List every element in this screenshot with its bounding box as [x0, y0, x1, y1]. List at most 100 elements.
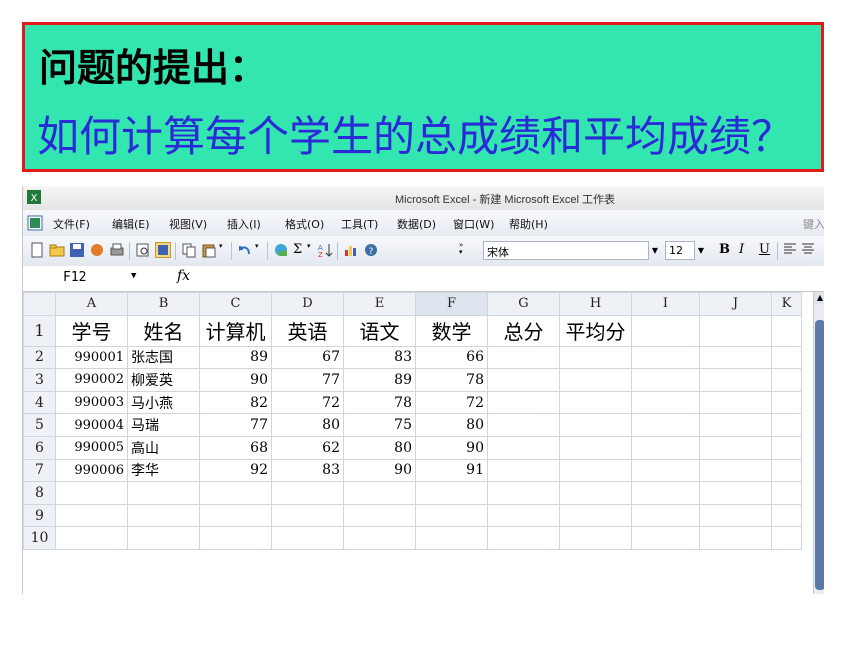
cell[interactable]: [487, 481, 560, 505]
cell[interactable]: [559, 526, 632, 550]
cell[interactable]: [771, 526, 802, 550]
cell[interactable]: [771, 345, 802, 370]
column-header[interactable]: E: [343, 292, 416, 316]
score-cell[interactable]: 90: [343, 458, 416, 483]
header-cell[interactable]: 语文: [343, 314, 416, 347]
name-box[interactable]: F12: [63, 270, 86, 285]
cell[interactable]: [127, 503, 200, 528]
paste-dropdown-icon[interactable]: ▾: [219, 242, 227, 258]
cell[interactable]: [631, 390, 700, 415]
cell[interactable]: [559, 481, 632, 505]
cell[interactable]: [631, 368, 700, 392]
cell[interactable]: [631, 345, 700, 370]
italic-button[interactable]: I: [739, 242, 744, 257]
scroll-up-icon[interactable]: ▲: [814, 292, 824, 304]
chart-wizard-icon[interactable]: [343, 242, 359, 258]
student-id-cell[interactable]: 990002: [55, 368, 128, 392]
spelling-icon[interactable]: [155, 242, 171, 258]
cell[interactable]: [559, 435, 632, 460]
row-header[interactable]: 1: [23, 314, 56, 347]
cell[interactable]: [631, 503, 700, 528]
score-cell[interactable]: 83: [343, 345, 416, 370]
scrollbar-thumb[interactable]: [815, 320, 824, 590]
header-cell[interactable]: 学号: [55, 314, 128, 347]
column-header[interactable]: K: [771, 292, 802, 316]
column-header[interactable]: D: [271, 292, 344, 316]
cell[interactable]: [343, 503, 416, 528]
cell[interactable]: [271, 503, 344, 528]
student-id-cell[interactable]: 990001: [55, 345, 128, 370]
underline-button[interactable]: U: [759, 242, 770, 257]
cell[interactable]: [631, 481, 700, 505]
cell[interactable]: [699, 526, 772, 550]
score-cell[interactable]: 83: [271, 458, 344, 483]
cell[interactable]: [343, 481, 416, 505]
menu-tools[interactable]: 工具(T): [341, 216, 378, 232]
align-left-icon[interactable]: [783, 242, 799, 258]
student-name-cell[interactable]: 李华: [127, 458, 200, 483]
cell[interactable]: [699, 345, 772, 370]
score-cell[interactable]: 90: [199, 368, 272, 392]
row-header[interactable]: 10: [23, 526, 56, 550]
score-cell[interactable]: 62: [271, 435, 344, 460]
row-header[interactable]: 4: [23, 390, 56, 415]
help-search-box[interactable]: 键入: [803, 216, 824, 232]
cell[interactable]: [771, 368, 802, 392]
score-cell[interactable]: 89: [343, 368, 416, 392]
font-size-select[interactable]: 12: [665, 241, 695, 260]
cell[interactable]: [487, 526, 560, 550]
score-cell[interactable]: 92: [199, 458, 272, 483]
column-header[interactable]: C: [199, 292, 272, 316]
cell[interactable]: [199, 526, 272, 550]
paste-icon[interactable]: [201, 242, 217, 258]
header-cell[interactable]: 姓名: [127, 314, 200, 347]
score-cell[interactable]: 72: [271, 390, 344, 415]
score-cell[interactable]: 68: [199, 435, 272, 460]
cell[interactable]: [199, 503, 272, 528]
student-name-cell[interactable]: 马瑞: [127, 413, 200, 437]
autosum-dropdown-icon[interactable]: ▾: [307, 242, 315, 258]
cell[interactable]: [771, 390, 802, 415]
score-cell[interactable]: 80: [271, 413, 344, 437]
score-cell[interactable]: 77: [199, 413, 272, 437]
header-cell[interactable]: 计算机: [199, 314, 272, 347]
score-cell[interactable]: 78: [415, 368, 488, 392]
cell[interactable]: [699, 503, 772, 528]
undo-icon[interactable]: [237, 242, 253, 258]
row-header[interactable]: 8: [23, 481, 56, 505]
cell[interactable]: [127, 481, 200, 505]
excel-app-icon[interactable]: X: [27, 190, 41, 207]
cell[interactable]: [55, 503, 128, 528]
score-cell[interactable]: 67: [271, 345, 344, 370]
menu-data[interactable]: 数据(D): [397, 216, 436, 232]
score-cell[interactable]: 77: [271, 368, 344, 392]
vertical-scrollbar[interactable]: ▲: [813, 292, 824, 594]
score-cell[interactable]: 78: [343, 390, 416, 415]
select-all-corner[interactable]: [23, 292, 56, 316]
cell[interactable]: [415, 481, 488, 505]
score-cell[interactable]: 82: [199, 390, 272, 415]
cell[interactable]: [559, 368, 632, 392]
name-box-dropdown-icon[interactable]: ▼: [131, 271, 136, 281]
copy-icon[interactable]: [181, 242, 197, 258]
cell[interactable]: [559, 458, 632, 483]
column-header[interactable]: G: [487, 292, 560, 316]
cell[interactable]: [699, 435, 772, 460]
cell[interactable]: [487, 368, 560, 392]
cell[interactable]: [559, 503, 632, 528]
cell[interactable]: [199, 481, 272, 505]
header-cell[interactable]: 数学: [415, 314, 488, 347]
cell[interactable]: [631, 458, 700, 483]
cell[interactable]: [559, 390, 632, 415]
cell[interactable]: [771, 503, 802, 528]
student-id-cell[interactable]: 990004: [55, 413, 128, 437]
cell[interactable]: [699, 413, 772, 437]
menu-file[interactable]: 文件(F): [53, 216, 90, 232]
column-header[interactable]: A: [55, 292, 128, 316]
bold-button[interactable]: B: [719, 242, 730, 257]
open-folder-icon[interactable]: [49, 242, 65, 258]
score-cell[interactable]: 75: [343, 413, 416, 437]
student-id-cell[interactable]: 990006: [55, 458, 128, 483]
cell[interactable]: [55, 526, 128, 550]
cell[interactable]: [631, 413, 700, 437]
